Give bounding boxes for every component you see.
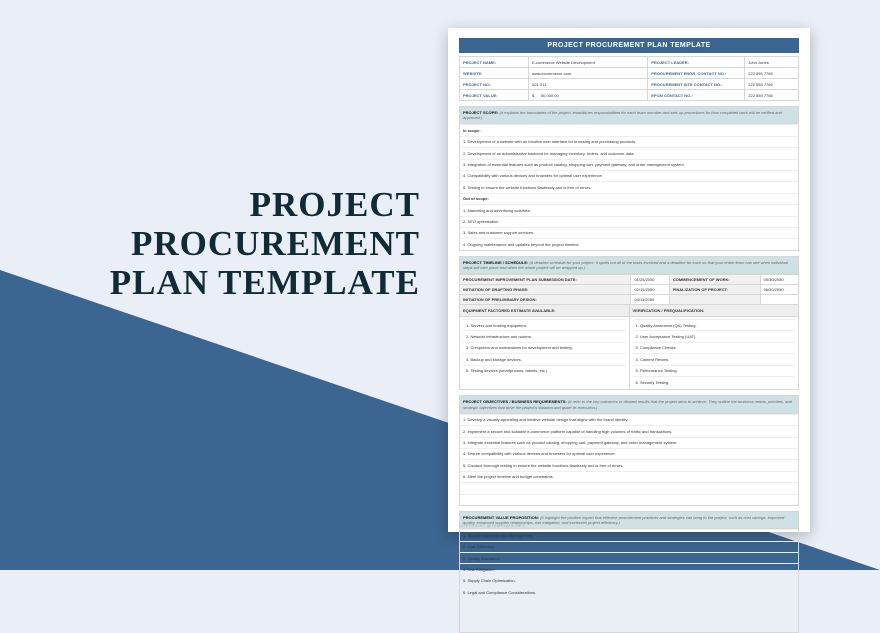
list-item — [460, 609, 798, 620]
list-item: 5. Conduct thorough testing to ensure th… — [460, 459, 798, 470]
timeline-value: 05/30/2050 — [760, 275, 798, 285]
timeline-table: PROCUREMENT IMPROVEMENT PLAN SUBMISSION … — [459, 274, 799, 305]
project-info-table: PROJECT NAME: E-commerce Website Develop… — [459, 56, 799, 101]
value-engr-contact: 222 555 7766 — [745, 68, 799, 79]
timeline-value: 06/10/2050 — [760, 285, 798, 295]
objectives-body: 1. Develop a visually appealing and intu… — [459, 414, 799, 506]
label-project-no: PROJECT NO.: — [460, 79, 529, 90]
value-project-no: 001-011 — [529, 79, 648, 90]
timeline-value: 02/15/2050 — [631, 285, 669, 295]
verification-label: VERIFICATION / PREQUALIFICATION: — [630, 305, 799, 316]
list-item — [460, 620, 798, 631]
out-scope-label: Out of scope: — [460, 193, 798, 204]
doc-header: PROJECT PROCUREMENT PLAN TEMPLATE — [459, 38, 799, 53]
in-scope-label: In scope: — [460, 124, 798, 135]
list-item: 1. Quality Assurance (QA) Testing. — [633, 319, 796, 330]
timeline-label: FINALIZATION OF PROJECT: — [669, 285, 760, 295]
scope-item: 4. Ongoing maintenance and updates beyon… — [460, 238, 798, 249]
label-website: WEBSITE: — [460, 68, 529, 79]
list-item — [460, 598, 798, 609]
verification-list: 1. Quality Assurance (QA) Testing. 2. Us… — [630, 317, 799, 389]
label-project-value: PROJECT VALUE: — [460, 90, 529, 101]
list-item: 5. Performance Testing. — [633, 365, 796, 376]
value-site-contact: 222 555 7766 — [745, 79, 799, 90]
list-item: 3. Integrate essential features such as … — [460, 437, 798, 448]
label-engr-contact: PROCUREMENT ENGR. CONTACT NO.: — [648, 68, 745, 79]
list-item: 1. Supplier Selection and Management. — [460, 529, 798, 540]
timeline-header: PROJECT TIMELINE / SCHEDULE: (A detailed… — [459, 256, 799, 274]
scope-item: 4. Compatibility with various devices an… — [460, 170, 798, 181]
list-item: 2. User Acceptance Testing (UAT). — [633, 330, 796, 341]
equipment-verification-body: 1. Servers and hosting equipment. 2. Net… — [459, 317, 799, 390]
list-item: 1. Servers and hosting equipment. — [463, 319, 626, 330]
list-item: 6. Legal and Compliance Considerations. — [460, 586, 798, 597]
list-item: 6. Security Testing. — [633, 376, 796, 387]
list-item: 2. Cost Efficiency. — [460, 541, 798, 552]
label-site-contact: PROCUREMENT SITE CONTACT NO.: — [648, 79, 745, 90]
timeline-value: 04/11/2050 — [631, 295, 669, 305]
timeline-label: INITIATION OF DRAFTING PHASE: — [460, 285, 631, 295]
list-item: 4. Risk Mitigation. — [460, 563, 798, 574]
value-project-name: E-commerce Website Development — [529, 57, 648, 68]
timeline-label: PROCUREMENT IMPROVEMENT PLAN SUBMISSION … — [460, 275, 631, 285]
list-item: 2. Network infrastructure and routers. — [463, 330, 626, 341]
copyright: COPYRIGHT @TEMPLATE.NET — [459, 523, 525, 528]
scope-item: 1. Marketing and advertising activities. — [460, 204, 798, 215]
timeline-label: COMMENCEMENT OF WORK: — [669, 275, 760, 285]
document-page: PROJECT PROCUREMENT PLAN TEMPLATE PROJEC… — [448, 28, 810, 532]
objectives-header: PROJECT OBJECTIVES / BUSINESS REQUIREMEN… — [459, 395, 799, 413]
scope-item: 3. Sales and customer support services. — [460, 227, 798, 238]
label-epcm-contact: EPCM CONTACT NO.: — [648, 90, 745, 101]
list-item: 4. Ensure compatibility with various dev… — [460, 448, 798, 459]
list-item — [460, 482, 798, 493]
list-item: 4. Backup and storage devices. — [463, 353, 626, 364]
value-project-value: $ 50,000.00 — [529, 90, 648, 101]
list-item: 1. Develop a visually appealing and intu… — [460, 414, 798, 425]
label-project-name: PROJECT NAME: — [460, 57, 529, 68]
list-item: 5. Supply Chain Optimization. — [460, 575, 798, 586]
scope-item: 2. Development of an administrative back… — [460, 147, 798, 158]
value-project-leader: John Jones — [745, 57, 799, 68]
list-item: 5. Testing devices (smartphones, tablets… — [463, 365, 626, 376]
list-item: 4. Content Review. — [633, 353, 796, 364]
timeline-value — [760, 295, 798, 305]
value-epcm-contact: 222 555 7766 — [745, 90, 799, 101]
equipment-list: 1. Servers and hosting equipment. 2. Net… — [460, 317, 630, 389]
scope-item: 3. Integration of essential features suc… — [460, 159, 798, 170]
scope-header: PROJECT SCOPE: (It explains the boundari… — [459, 106, 799, 124]
list-item: 6. Meet the project timeline and budget … — [460, 471, 798, 482]
scope-item: 5. Testing to ensure the website functio… — [460, 181, 798, 192]
list-item: 2. Implement a secure and scalable e-com… — [460, 425, 798, 436]
equipment-label: EQUIPMENT FACTORED ESTIMATE AVAILABLE: — [460, 305, 630, 316]
value-prop-body: 1. Supplier Selection and Management. 2.… — [459, 529, 799, 633]
list-item: 3. Compliance Checks. — [633, 342, 796, 353]
timeline-label: INITIATION OF PRELIMINARY DESIGN: — [460, 295, 631, 305]
banner-title: PROJECT PROCUREMENT PLAN TEMPLATE — [30, 185, 420, 303]
list-item: 3. Computers and workstations for develo… — [463, 342, 626, 353]
scope-item: 2. SEO optimization. — [460, 216, 798, 227]
list-item — [460, 494, 798, 505]
scope-body: In scope: 1. Development of a website wi… — [459, 124, 799, 250]
label-project-leader: PROJECT LEADER: — [648, 57, 745, 68]
scope-item: 1. Development of a website with an intu… — [460, 136, 798, 147]
list-item: 3. Quality Assurance. — [460, 552, 798, 563]
equipment-verification-header: EQUIPMENT FACTORED ESTIMATE AVAILABLE: V… — [459, 305, 799, 317]
value-website: www.ecommerce.com — [529, 68, 648, 79]
timeline-value: 01/25/2050 — [631, 275, 669, 285]
timeline-label — [669, 295, 760, 305]
